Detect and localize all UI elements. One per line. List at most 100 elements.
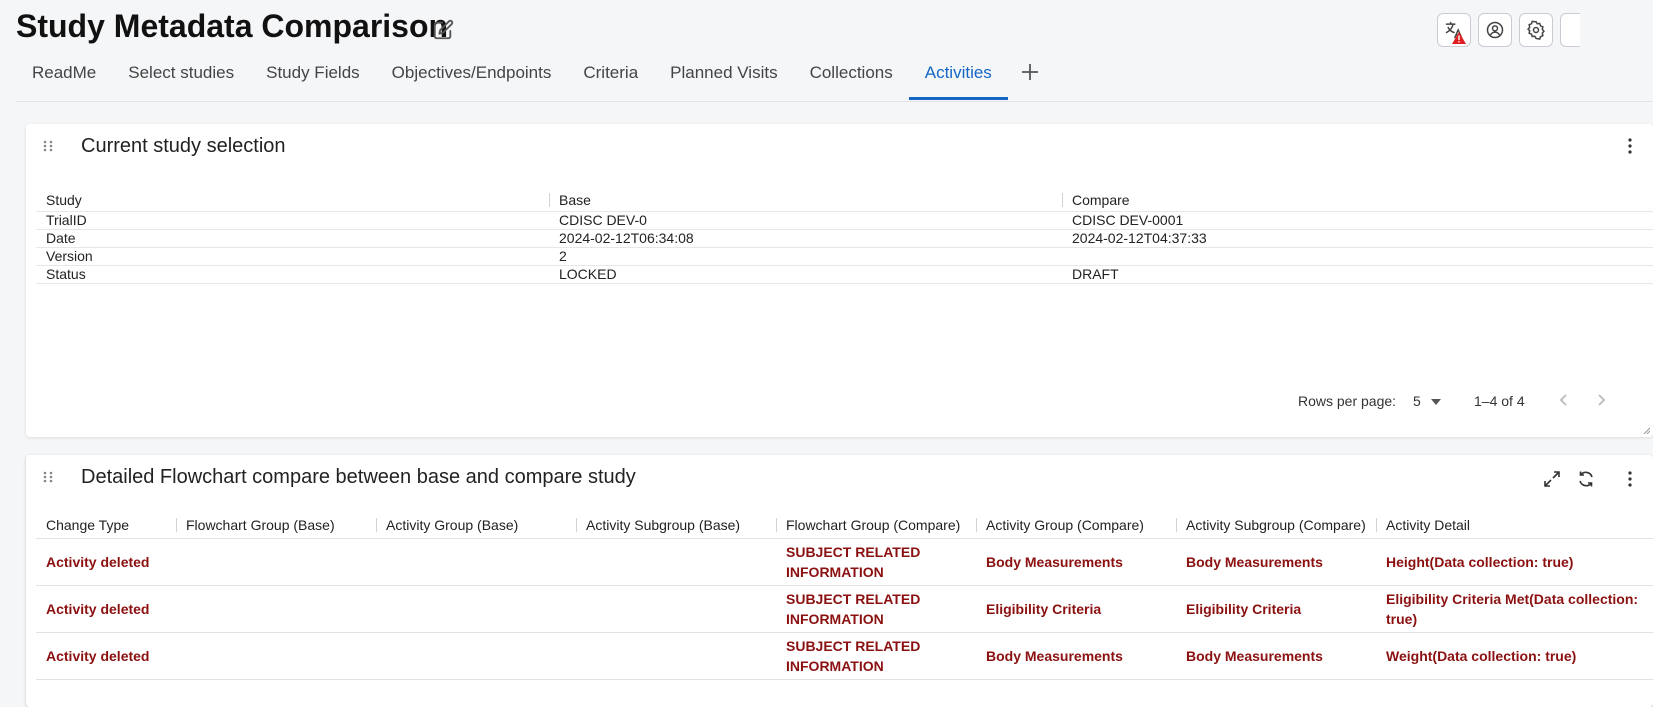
- add-tab-button[interactable]: [1008, 54, 1052, 100]
- table-row: Activity deleted SUBJECT RELATED INFORMA…: [36, 632, 1653, 680]
- pencil-icon: [433, 19, 454, 40]
- rows-per-page-select[interactable]: 5: [1413, 393, 1441, 409]
- table-cell: Activity deleted: [36, 585, 176, 633]
- study-selection-table: Study Base Compare TrialID CDISC DEV-0 C…: [36, 189, 1653, 284]
- column-header[interactable]: Study: [36, 189, 549, 212]
- table-cell: Date: [36, 229, 549, 248]
- table-cell: CDISC DEV-0: [549, 211, 1062, 230]
- table-row: TrialID CDISC DEV-0 CDISC DEV-0001: [36, 211, 1653, 230]
- table-cell: [1062, 247, 1653, 266]
- column-header[interactable]: Activity Group (Base): [376, 513, 576, 539]
- table-cell: Eligibility Criteria: [976, 585, 1176, 633]
- account-icon: [1486, 21, 1504, 39]
- table-row: Date 2024-02-12T06:34:08 2024-02-12T04:3…: [36, 229, 1653, 248]
- table-cell: Version: [36, 247, 549, 266]
- table-cell: [576, 538, 776, 586]
- overflow-button[interactable]: [1560, 13, 1580, 47]
- table-cell: SUBJECT RELATED INFORMATION: [776, 585, 976, 633]
- tab-collections[interactable]: Collections: [794, 54, 909, 100]
- table-cell: [376, 632, 576, 680]
- table-row: Activity deleted SUBJECT RELATED INFORMA…: [36, 585, 1653, 633]
- column-header[interactable]: Activity Subgroup (Compare): [1176, 513, 1376, 539]
- table-cell: [376, 585, 576, 633]
- column-header[interactable]: Compare: [1062, 189, 1653, 212]
- table-row: Status LOCKED DRAFT: [36, 265, 1653, 284]
- table-cell: Height(Data collection: true): [1376, 538, 1653, 586]
- table-cell: Activity deleted: [36, 632, 176, 680]
- refresh-button[interactable]: [1575, 468, 1597, 490]
- table-cell: Eligibility Criteria: [1176, 585, 1376, 633]
- rows-per-page-value: 5: [1413, 393, 1421, 409]
- tab-bar: ReadMe Select studies Study Fields Objec…: [16, 54, 1653, 102]
- expand-button[interactable]: [1541, 468, 1563, 490]
- table-cell: Body Measurements: [1176, 538, 1376, 586]
- table-header-row: Change Type Flowchart Group (Base) Activ…: [36, 513, 1653, 539]
- translate-button[interactable]: [1437, 13, 1471, 47]
- table-cell: Body Measurements: [976, 632, 1176, 680]
- plus-icon: [1021, 64, 1038, 80]
- chevron-left-icon: [1559, 394, 1567, 406]
- table-cell: Weight(Data collection: true): [1376, 632, 1653, 680]
- next-page-button[interactable]: [1592, 391, 1610, 412]
- refresh-icon: [1579, 471, 1593, 487]
- settings-button[interactable]: [1519, 13, 1553, 47]
- kebab-menu-icon: [1628, 471, 1632, 487]
- drag-handle-icon[interactable]: [40, 469, 56, 485]
- table-cell: [176, 585, 376, 633]
- card-menu-button[interactable]: [1621, 469, 1639, 489]
- column-header[interactable]: Change Type: [36, 513, 176, 539]
- edit-title-button[interactable]: [429, 16, 457, 44]
- table-cell: SUBJECT RELATED INFORMATION: [776, 632, 976, 680]
- column-header[interactable]: Flowchart Group (Compare): [776, 513, 976, 539]
- table-cell: DRAFT: [1062, 265, 1653, 284]
- flowchart-compare-table: Change Type Flowchart Group (Base) Activ…: [36, 513, 1653, 680]
- chevron-right-icon: [1598, 394, 1606, 406]
- card-menu-button[interactable]: [1621, 136, 1639, 156]
- table-cell: [576, 585, 776, 633]
- pagination: Rows per page: 5 1–4 of 4: [1233, 387, 1653, 415]
- gear-icon: [1527, 20, 1545, 40]
- table-header-row: Study Base Compare: [36, 189, 1653, 212]
- tab-select-studies[interactable]: Select studies: [112, 54, 250, 100]
- column-header[interactable]: Base: [549, 189, 1062, 212]
- tab-study-fields[interactable]: Study Fields: [250, 54, 376, 100]
- table-cell: [576, 632, 776, 680]
- tab-planned-visits[interactable]: Planned Visits: [654, 54, 793, 100]
- table-cell: LOCKED: [549, 265, 1062, 284]
- column-header[interactable]: Flowchart Group (Base): [176, 513, 376, 539]
- column-header[interactable]: Activity Group (Compare): [976, 513, 1176, 539]
- table-cell: 2024-02-12T06:34:08: [549, 229, 1062, 248]
- expand-icon: [1544, 471, 1560, 487]
- kebab-menu-icon: [1628, 138, 1632, 154]
- table-cell: TrialID: [36, 211, 549, 230]
- table-cell: Status: [36, 265, 549, 284]
- table-cell: SUBJECT RELATED INFORMATION: [776, 538, 976, 586]
- tab-activities[interactable]: Activities: [908, 54, 1008, 100]
- page-title: Study Metadata Comparison: [16, 8, 449, 44]
- warning-icon: [1452, 32, 1466, 44]
- account-button[interactable]: [1478, 13, 1512, 47]
- drag-handle-icon[interactable]: [40, 138, 56, 154]
- table-cell: 2024-02-12T04:37:33: [1062, 229, 1653, 248]
- table-cell: Eligibility Criteria Met(Data collection…: [1376, 585, 1653, 633]
- study-selection-card: Current study selection Study Base Compa…: [26, 124, 1653, 437]
- table-cell: [376, 538, 576, 586]
- column-header[interactable]: Activity Detail: [1376, 513, 1653, 539]
- caret-down-icon: [1430, 399, 1441, 406]
- flowchart-compare-panel: Detailed Flowchart compare between base …: [26, 455, 1653, 707]
- table-cell: [176, 632, 376, 680]
- rows-per-page-label: Rows per page:: [1298, 393, 1397, 409]
- table-row: Version 2: [36, 247, 1653, 266]
- table-cell: Body Measurements: [976, 538, 1176, 586]
- card-title: Current study selection: [81, 135, 286, 157]
- tab-criteria[interactable]: Criteria: [567, 54, 654, 100]
- table-cell: 2: [549, 247, 1062, 266]
- prev-page-button[interactable]: [1555, 391, 1573, 412]
- column-header[interactable]: Activity Subgroup (Base): [576, 513, 776, 539]
- page-range-text: 1–4 of 4: [1474, 393, 1525, 409]
- card-title: Detailed Flowchart compare between base …: [81, 466, 636, 488]
- tab-objectives-endpoints[interactable]: Objectives/Endpoints: [376, 54, 568, 100]
- tab-readme[interactable]: ReadMe: [16, 54, 112, 100]
- table-cell: [176, 538, 376, 586]
- resize-handle-icon[interactable]: [1642, 426, 1650, 434]
